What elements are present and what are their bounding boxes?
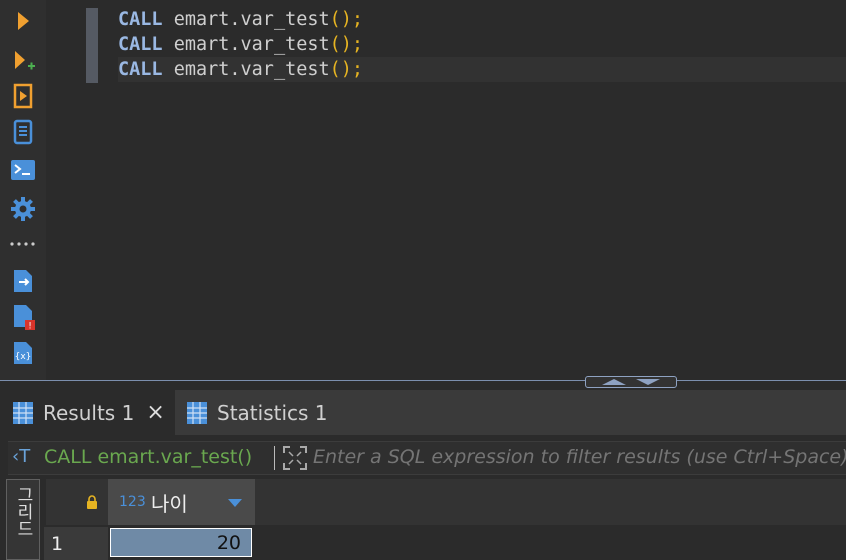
grid-table-icon [187, 401, 207, 424]
grid-view-toggle[interactable]: 그리드 [6, 479, 40, 560]
execute-statement-icon[interactable] [8, 6, 38, 36]
tab-label: Statistics 1 [217, 400, 328, 425]
code-line-current[interactable]: CALL emart.var_test(); [118, 57, 846, 82]
sql-keyword: CALL [118, 9, 163, 30]
variables-icon[interactable]: {x} [8, 338, 38, 368]
tab-results-1[interactable]: Results 1 × [0, 390, 175, 435]
text-cursor [274, 446, 275, 470]
error-file-icon[interactable]: ! [8, 302, 38, 332]
panel-splitter[interactable] [0, 380, 846, 388]
tab-label: Results 1 [43, 400, 135, 425]
results-filter-bar: ‹T CALL emart.var_test() [8, 441, 846, 475]
column-name: 나이 [151, 492, 188, 516]
terminal-icon[interactable] [8, 155, 38, 185]
settings-icon[interactable] [8, 194, 38, 224]
procedure-name: emart.var_test [173, 34, 330, 55]
numeric-type-badge: 123 [119, 494, 146, 510]
cell-value: 20 [216, 532, 241, 554]
procedure-name: emart.var_test [173, 9, 330, 30]
explain-plan-icon[interactable] [8, 81, 38, 111]
sql-text-icon: ‹T [12, 446, 31, 467]
results-tabbar: Results 1 × Statistics 1 [0, 390, 846, 435]
maximize-panel-icon [602, 379, 626, 385]
filter-expression-input[interactable] [313, 442, 846, 472]
grid-table-icon [13, 401, 33, 424]
splitter-toggle-handle[interactable] [585, 376, 677, 388]
selection-gutter-marker [86, 8, 98, 83]
code-line[interactable]: CALL emart.var_test(); [118, 32, 363, 57]
punctuation: (); [329, 59, 364, 80]
svg-text:!: ! [28, 322, 32, 332]
selected-cell[interactable]: 20 [110, 528, 252, 557]
more-icon[interactable] [8, 229, 38, 259]
row-number[interactable]: 1 [44, 527, 108, 560]
sql-editor[interactable]: CALL emart.var_test(); CALL emart.var_te… [46, 0, 846, 380]
lock-icon [87, 495, 97, 509]
column-header-age[interactable]: 123 나이 [108, 479, 255, 525]
editor-toolbar: ! {x} [0, 0, 46, 382]
execute-new-tab-icon[interactable] [8, 45, 38, 75]
sql-keyword: CALL [118, 34, 163, 55]
punctuation: (); [329, 34, 364, 55]
punctuation: (); [329, 9, 364, 30]
tab-statistics-1[interactable]: Statistics 1 [176, 390, 346, 435]
close-tab-icon[interactable]: × [146, 400, 164, 425]
sql-keyword: CALL [118, 59, 163, 80]
source-query-label[interactable]: CALL emart.var_test() [44, 446, 252, 468]
export-icon[interactable] [8, 266, 38, 296]
code-line[interactable]: CALL emart.var_test(); [118, 7, 363, 32]
expand-filter-icon[interactable] [282, 445, 308, 471]
row-number-label: 1 [51, 533, 64, 555]
sort-dropdown-icon[interactable] [227, 498, 243, 508]
grid-view-label: 그리드 [13, 486, 33, 537]
script-icon[interactable] [8, 117, 38, 147]
svg-text:{x}: {x} [15, 352, 32, 362]
minimize-panel-icon [636, 379, 660, 385]
procedure-name: emart.var_test [173, 59, 330, 80]
